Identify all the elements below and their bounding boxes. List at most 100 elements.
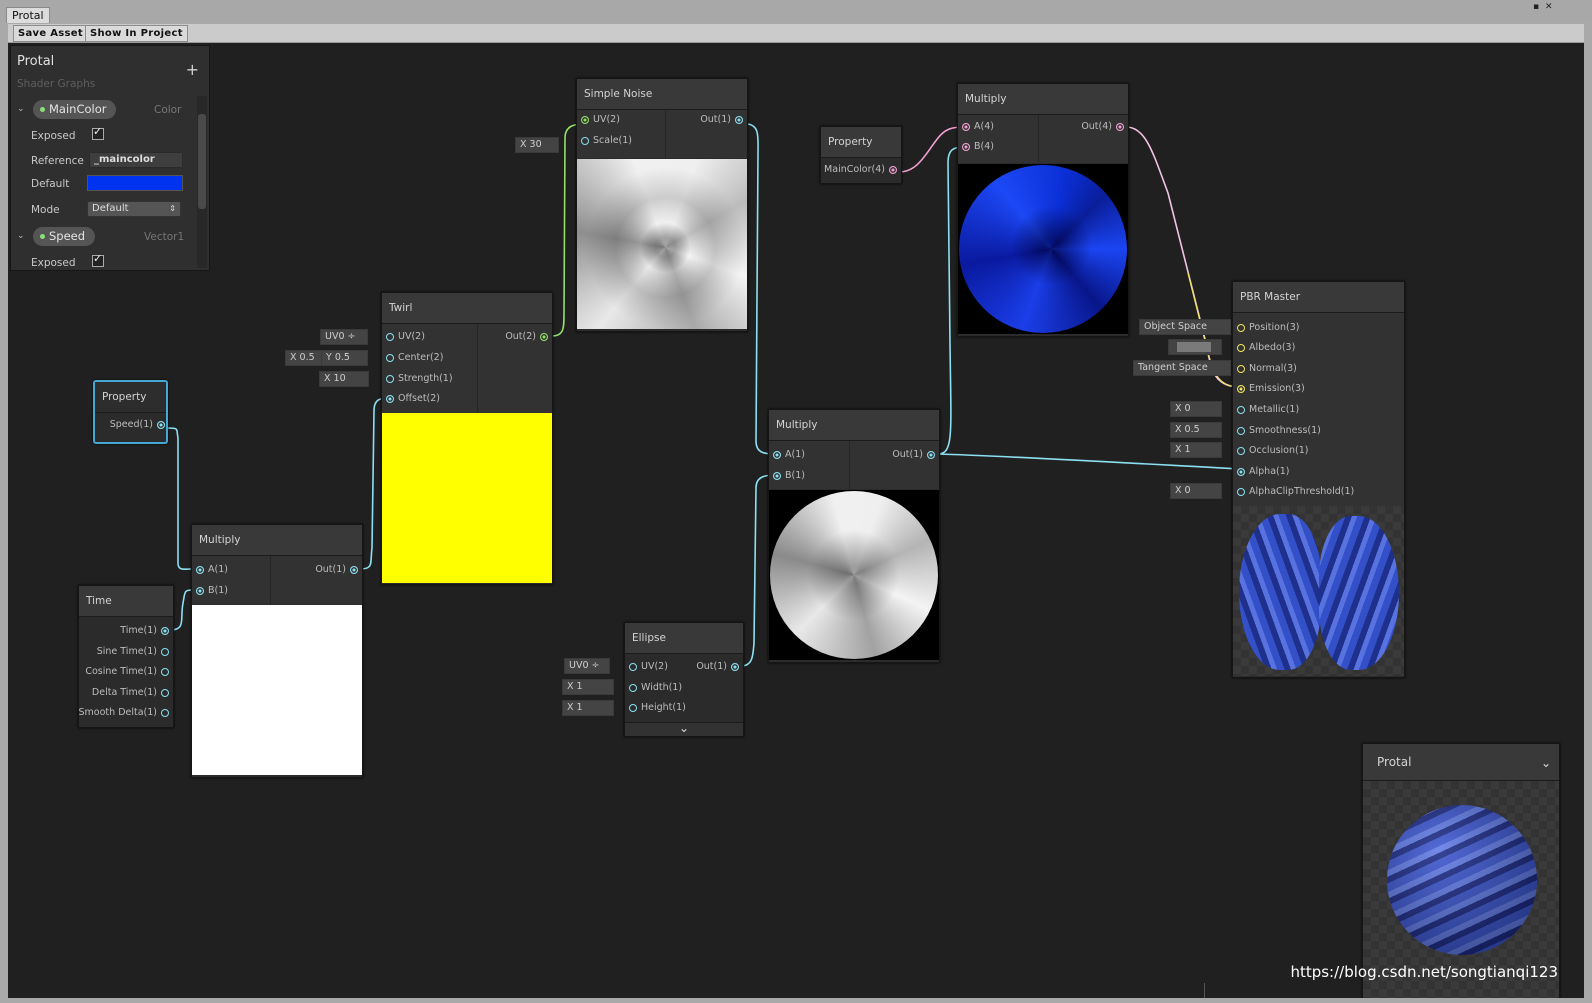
- port-dot-icon[interactable]: [196, 565, 204, 574]
- multiply-time-node[interactable]: Multiply A(1) B(1) Out(1): [191, 524, 363, 778]
- main-preview-window[interactable]: Protal ⌄: [1362, 743, 1560, 998]
- input-port-b[interactable]: B(1): [769, 466, 805, 486]
- port-dot-icon[interactable]: [1237, 426, 1245, 435]
- port-dot-icon[interactable]: [1237, 487, 1245, 496]
- graph-canvas[interactable]: Protal Shader Graphs + ⌄ MainColor Color…: [8, 43, 1584, 998]
- input-port-uv[interactable]: UV(2): [382, 327, 425, 347]
- input-port-scale[interactable]: Scale(1): [577, 131, 632, 151]
- input-port-b[interactable]: B(1): [192, 581, 228, 601]
- port-dot-icon[interactable]: [350, 565, 358, 574]
- input-port-a[interactable]: A(1): [769, 445, 805, 465]
- input-port-metallic[interactable]: Metallic(1): [1233, 400, 1299, 420]
- port-dot-icon[interactable]: [386, 332, 394, 341]
- input-port-normal[interactable]: Normal(3): [1233, 359, 1297, 379]
- metallic-field[interactable]: X 0: [1170, 401, 1222, 417]
- smoothness-field[interactable]: X 0.5: [1170, 422, 1222, 438]
- port-dot-icon[interactable]: [1237, 405, 1245, 414]
- port-dot-icon[interactable]: [386, 394, 394, 403]
- window-tab[interactable]: Protal: [6, 7, 50, 23]
- property-speed-node[interactable]: Property Speed(1): [93, 380, 168, 444]
- preview-options-chevron-icon[interactable]: ⌄: [1541, 756, 1551, 770]
- input-port-albedo[interactable]: Albedo(3): [1233, 338, 1295, 358]
- position-space-dropdown[interactable]: Object Space: [1139, 319, 1231, 335]
- port-dot-icon[interactable]: [629, 662, 637, 671]
- port-dot-icon[interactable]: [773, 471, 781, 480]
- port-dot-icon[interactable]: [962, 122, 970, 131]
- port-dot-icon[interactable]: [1237, 467, 1245, 476]
- port-dot-icon[interactable]: [1237, 323, 1245, 332]
- port-dot-icon[interactable]: [889, 165, 897, 174]
- port-dot-icon[interactable]: [157, 420, 165, 429]
- normal-space-dropdown[interactable]: Tangent Space: [1133, 360, 1231, 376]
- simple-noise-node[interactable]: Simple Noise UV(2) Scale(1) Out(1): [576, 78, 748, 332]
- output-port-smooth-delta[interactable]: Smooth Delta(1): [79, 703, 173, 723]
- port-dot-icon[interactable]: [1237, 446, 1245, 455]
- ellipse-width-field[interactable]: X 1: [562, 679, 614, 695]
- port-dot-icon[interactable]: [161, 647, 169, 656]
- input-port-smoothness[interactable]: Smoothness(1): [1233, 421, 1321, 441]
- reference-field[interactable]: _maincolor: [89, 152, 183, 168]
- time-node[interactable]: Time Time(1) Sine Time(1) Cosine Time(1)…: [78, 585, 174, 728]
- output-port-cosine-time[interactable]: Cosine Time(1): [85, 662, 173, 682]
- input-port-occlusion[interactable]: Occlusion(1): [1233, 441, 1308, 461]
- input-port-uv[interactable]: UV(2): [625, 657, 668, 677]
- occlusion-field[interactable]: X 1: [1170, 442, 1222, 458]
- scale-value-field[interactable]: X 30: [515, 137, 559, 153]
- port-dot-icon[interactable]: [540, 332, 548, 341]
- port-dot-icon[interactable]: [1237, 384, 1245, 393]
- add-property-icon[interactable]: +: [186, 60, 199, 79]
- save-asset-button[interactable]: Save Asset: [13, 25, 88, 42]
- blackboard-panel[interactable]: Protal Shader Graphs + ⌄ MainColor Color…: [10, 45, 210, 271]
- input-port-center[interactable]: Center(2): [382, 348, 443, 368]
- input-port-alpha[interactable]: Alpha(1): [1233, 462, 1289, 482]
- input-port-offset[interactable]: Offset(2): [382, 389, 440, 409]
- strength-field[interactable]: X 10: [319, 371, 369, 387]
- property-maincolor-node[interactable]: Property MainColor(4): [820, 126, 902, 184]
- port-dot-icon[interactable]: [1237, 364, 1245, 373]
- multiply-mask-node[interactable]: Multiply A(1) B(1) Out(1): [768, 409, 940, 663]
- port-dot-icon[interactable]: [161, 626, 169, 635]
- window-menu-icon[interactable]: ▪: [1533, 2, 1539, 12]
- port-dot-icon[interactable]: [386, 374, 394, 383]
- input-port-a[interactable]: A(4): [958, 117, 994, 137]
- default-color-swatch[interactable]: [87, 175, 183, 191]
- port-dot-icon[interactable]: [1116, 122, 1124, 131]
- twirl-node[interactable]: Twirl UV(2) Center(2) Strength(1) Offset…: [381, 292, 553, 585]
- property-chip-maincolor[interactable]: MainColor: [33, 100, 117, 119]
- alpha-clip-field[interactable]: X 0: [1170, 483, 1222, 499]
- input-port-position[interactable]: Position(3): [1233, 318, 1299, 338]
- uv-channel-dropdown[interactable]: UV0 ÷: [320, 329, 368, 345]
- albedo-color-field[interactable]: [1168, 339, 1222, 355]
- port-dot-icon[interactable]: [731, 662, 739, 671]
- input-port-a[interactable]: A(1): [192, 560, 228, 580]
- ellipse-uv-dropdown[interactable]: UV0 ÷: [564, 658, 610, 674]
- port-dot-icon[interactable]: [735, 115, 743, 124]
- input-port-alpha-clip[interactable]: AlphaClipThreshold(1): [1233, 482, 1354, 502]
- output-port-sine-time[interactable]: Sine Time(1): [97, 642, 173, 662]
- input-port-height[interactable]: Height(1): [625, 698, 686, 718]
- ellipse-node[interactable]: Ellipse UV(2) Width(1) Height(1) Out(1) …: [624, 622, 744, 737]
- center-y-field[interactable]: Y 0.5: [321, 350, 368, 366]
- port-dot-icon[interactable]: [581, 115, 589, 124]
- input-port-emission[interactable]: Emission(3): [1233, 379, 1305, 399]
- expand-node-icon[interactable]: ⌄: [625, 722, 743, 736]
- output-port-speed[interactable]: Speed(1): [110, 415, 169, 435]
- mode-dropdown[interactable]: Default ⇕: [87, 201, 181, 217]
- port-dot-icon[interactable]: [927, 450, 935, 459]
- window-close-icon[interactable]: ✕: [1545, 2, 1553, 12]
- port-dot-icon[interactable]: [629, 703, 637, 712]
- output-port-out[interactable]: Out(1): [700, 110, 747, 130]
- collapse-maincolor-icon[interactable]: ⌄: [17, 104, 25, 114]
- output-port-maincolor[interactable]: MainColor(4): [824, 160, 901, 180]
- output-port-time[interactable]: Time(1): [120, 621, 173, 641]
- exposed-checkbox-maincolor[interactable]: [92, 125, 104, 140]
- input-port-strength[interactable]: Strength(1): [382, 369, 453, 389]
- input-port-width[interactable]: Width(1): [625, 678, 682, 698]
- multiply-color-node[interactable]: Multiply A(4) B(4) Out(4): [957, 83, 1129, 337]
- scrollbar-thumb[interactable]: [198, 114, 206, 209]
- output-port-out[interactable]: Out(1): [892, 445, 939, 465]
- exposed-checkbox-speed[interactable]: [92, 252, 104, 267]
- blackboard-scrollbar[interactable]: [197, 96, 207, 268]
- ellipse-height-field[interactable]: X 1: [562, 700, 614, 716]
- collapse-speed-icon[interactable]: ⌄: [17, 231, 25, 241]
